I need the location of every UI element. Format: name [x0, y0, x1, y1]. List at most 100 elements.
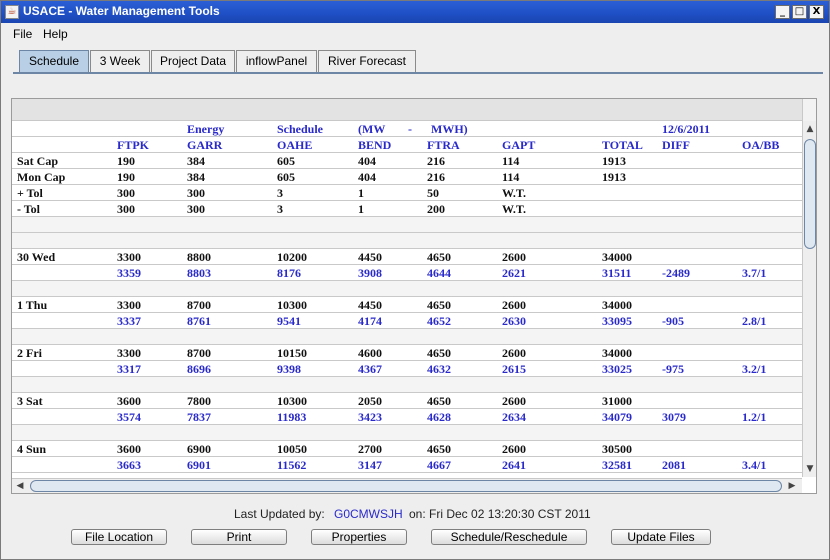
tab-3-week[interactable]: 3 Week: [90, 50, 150, 72]
table-cell[interactable]: 2600: [502, 250, 526, 265]
table-cell[interactable]: 3300: [117, 250, 141, 265]
table-cell[interactable]: 32581: [602, 458, 632, 473]
table-cell[interactable]: 190: [117, 170, 135, 185]
tab-schedule[interactable]: Schedule: [19, 50, 89, 73]
scroll-left-icon[interactable]: ◀: [14, 480, 26, 492]
table-cell[interactable]: 605: [277, 154, 295, 169]
table-row[interactable]: [12, 377, 802, 393]
table-cell[interactable]: 8176: [277, 266, 301, 281]
table-cell[interactable]: 2600: [502, 442, 526, 457]
table-cell[interactable]: 10150: [277, 346, 307, 361]
table-cell[interactable]: 3908: [358, 266, 382, 281]
table-cell[interactable]: 3.4/1: [742, 458, 766, 473]
table-cell[interactable]: 30500: [602, 442, 632, 457]
table-cell[interactable]: 3600: [117, 442, 141, 457]
tab-project-data[interactable]: Project Data: [151, 50, 235, 72]
table-cell[interactable]: 200: [427, 202, 445, 217]
table-cell[interactable]: 31511: [602, 266, 631, 281]
table-cell[interactable]: 3359: [117, 266, 141, 281]
table-cell[interactable]: 8761: [187, 314, 211, 329]
table-row[interactable]: 2 Fri 3300 8700 10150 4600 4650 2600 34000: [12, 345, 802, 361]
table-cell[interactable]: 7837: [187, 410, 211, 425]
table-cell[interactable]: 3300: [117, 298, 141, 313]
table-cell[interactable]: 31000: [602, 394, 632, 409]
table-row[interactable]: - Tol 300 300 3 1 200 W.T.: [12, 201, 802, 217]
table-cell[interactable]: 8803: [187, 266, 211, 281]
table-cell[interactable]: 10300: [277, 394, 307, 409]
tab-river-forecast[interactable]: River Forecast: [318, 50, 416, 72]
table-row[interactable]: [12, 329, 802, 345]
table-row[interactable]: 3359 8803 8176 3908 4644 2621 31511 -2489 3.7/1: [12, 265, 802, 281]
table-cell[interactable]: -2489: [662, 266, 690, 281]
table-cell[interactable]: 7800: [187, 394, 211, 409]
scroll-up-icon[interactable]: ▲: [805, 124, 815, 134]
schedule-reschedule-button[interactable]: Schedule/Reschedule: [431, 529, 587, 545]
table-row[interactable]: 3317 8696 9398 4367 4632 2615 33025 -975 3.2/1: [12, 361, 802, 377]
table-cell[interactable]: 4632: [427, 362, 451, 377]
table-cell[interactable]: 50: [427, 186, 439, 201]
table-row[interactable]: 3663 6901 11562 3147 4667 2641 32581 2081 3.4/1: [12, 457, 802, 473]
table-cell[interactable]: 190: [117, 154, 135, 169]
table-cell[interactable]: -975: [662, 362, 684, 377]
table-cell[interactable]: 3079: [662, 410, 686, 425]
print-button[interactable]: Print: [191, 529, 287, 545]
table-cell[interactable]: 4650: [427, 250, 451, 265]
table-row[interactable]: [12, 425, 802, 441]
table-cell[interactable]: 4600: [358, 346, 382, 361]
table-row[interactable]: 3337 8761 9541 4174 4652 2630 33095 -905 2.8/1: [12, 313, 802, 329]
table-cell[interactable]: 1.2/1: [742, 410, 766, 425]
table-row[interactable]: 4 Sun 3600 6900 10050 2700 4650 2600 30500: [12, 441, 802, 457]
table-cell[interactable]: 384: [187, 154, 205, 169]
update-files-button[interactable]: Update Files: [611, 529, 711, 545]
table-cell[interactable]: 10050: [277, 442, 307, 457]
table-cell[interactable]: 216: [427, 170, 445, 185]
table-cell[interactable]: 4450: [358, 298, 382, 313]
table-cell[interactable]: 3.2/1: [742, 362, 766, 377]
table-row[interactable]: Sat Cap 190 384 605 404 216 114 1913: [12, 153, 802, 169]
table-cell[interactable]: 8696: [187, 362, 211, 377]
table-cell[interactable]: 3423: [358, 410, 382, 425]
minimize-button[interactable]: _: [775, 5, 790, 19]
tab-inflow-panel[interactable]: inflowPanel: [236, 50, 317, 72]
table-row[interactable]: [12, 281, 802, 297]
table-cell[interactable]: 300: [117, 186, 135, 201]
table-cell[interactable]: 34079: [602, 410, 632, 425]
table-cell[interactable]: 8800: [187, 250, 211, 265]
table-cell[interactable]: 4174: [358, 314, 382, 329]
table-cell[interactable]: 3: [277, 202, 283, 217]
table-cell[interactable]: 8700: [187, 298, 211, 313]
table-cell[interactable]: 4650: [427, 346, 451, 361]
properties-button[interactable]: Properties: [311, 529, 407, 545]
vertical-scroll-thumb[interactable]: [804, 139, 816, 249]
horizontal-scrollbar[interactable]: ◀ ▶: [12, 478, 802, 493]
table-cell[interactable]: 10300: [277, 298, 307, 313]
table-cell[interactable]: 11562: [277, 458, 306, 473]
table-cell[interactable]: 3337: [117, 314, 141, 329]
table-cell[interactable]: 2621: [502, 266, 526, 281]
table-cell[interactable]: 3: [277, 186, 283, 201]
table-cell[interactable]: 2634: [502, 410, 526, 425]
table-cell[interactable]: 404: [358, 154, 376, 169]
table-cell[interactable]: 3147: [358, 458, 382, 473]
table-cell[interactable]: 6900: [187, 442, 211, 457]
table-cell[interactable]: 300: [187, 186, 205, 201]
table-cell[interactable]: 2081: [662, 458, 686, 473]
table-cell[interactable]: 2600: [502, 346, 526, 361]
table-cell[interactable]: 33025: [602, 362, 632, 377]
table-cell[interactable]: 34000: [602, 250, 632, 265]
table-cell[interactable]: 4650: [427, 298, 451, 313]
table-cell[interactable]: 114: [502, 154, 519, 169]
table-cell[interactable]: 3600: [117, 394, 141, 409]
table-cell[interactable]: 3.7/1: [742, 266, 766, 281]
table-cell[interactable]: -905: [662, 314, 684, 329]
file-location-button[interactable]: File Location: [71, 529, 167, 545]
table-cell[interactable]: 1: [358, 202, 364, 217]
table-cell[interactable]: 4644: [427, 266, 451, 281]
table-cell[interactable]: 3300: [117, 346, 141, 361]
table-row[interactable]: [12, 217, 802, 233]
table-row[interactable]: 3574 7837 11983 3423 4628 2634 34079 3079 1.2/1: [12, 409, 802, 425]
table-cell[interactable]: 1: [358, 186, 364, 201]
horizontal-scroll-thumb[interactable]: [30, 480, 782, 492]
table-cell[interactable]: 4650: [427, 394, 451, 409]
table-cell[interactable]: 2.8/1: [742, 314, 766, 329]
